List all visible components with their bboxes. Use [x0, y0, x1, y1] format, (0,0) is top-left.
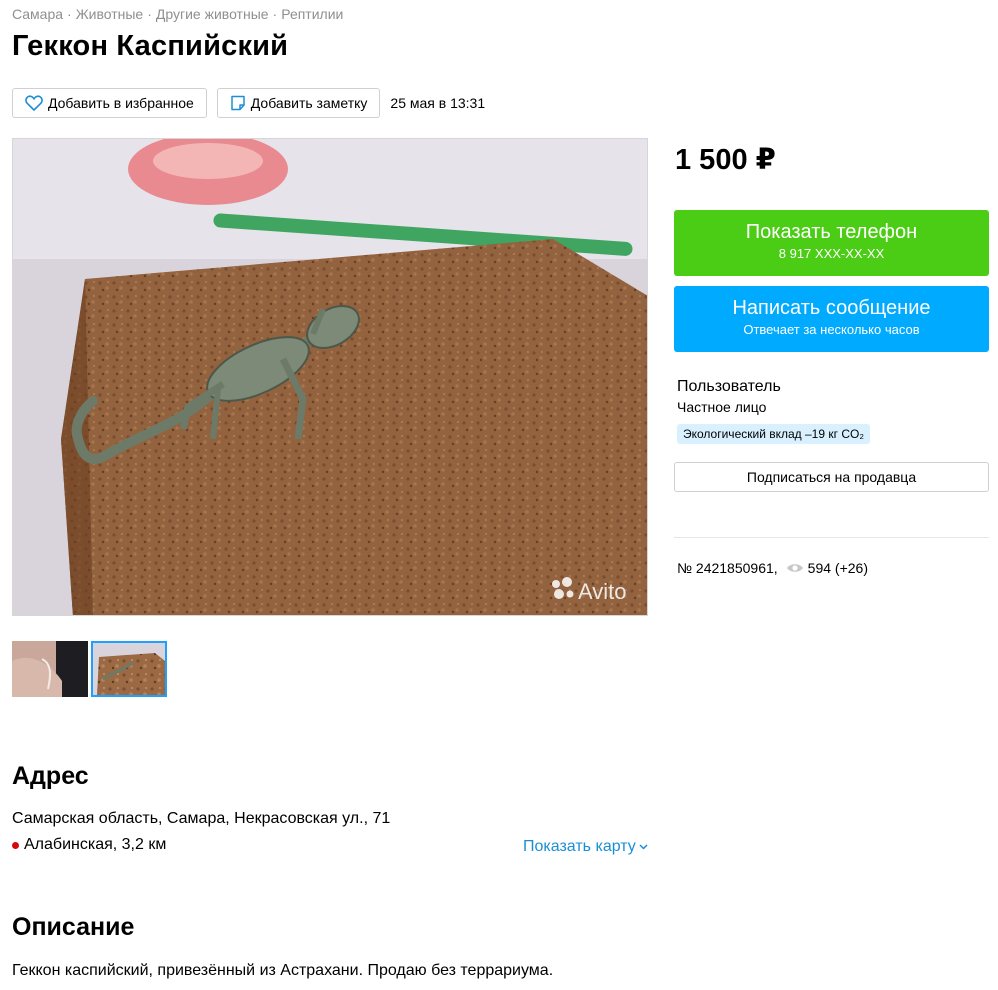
seller-name[interactable]: Пользователь	[677, 378, 781, 396]
breadcrumb-item-animals[interactable]: Животные	[76, 6, 144, 22]
description-heading: Описание	[12, 913, 135, 941]
breadcrumb-separator: ·	[147, 6, 152, 22]
seller-info: Пользователь Частное лицо	[677, 378, 781, 415]
metro-dot-icon	[12, 841, 19, 849]
breadcrumb-item-reptiles[interactable]: Рептилии	[281, 6, 343, 22]
description-text: Геккон каспийский, привезённый из Астрах…	[12, 962, 554, 979]
photo-watermark-text: Avito	[578, 579, 627, 604]
write-message-label: Написать сообщение	[732, 297, 931, 319]
show-map-label: Показать карту	[523, 838, 636, 855]
published-date: 25 мая в 13:31	[390, 95, 486, 111]
listing-actions: Добавить в избранное Добавить заметку 25…	[12, 88, 485, 118]
listing-meta: № 2421850961, 594 (+26)	[677, 560, 868, 576]
phone-number-masked: 8 917 XXX-XX-XX	[778, 246, 885, 261]
add-to-favorites-label: Добавить в избранное	[48, 95, 194, 111]
main-photo[interactable]: Avito	[12, 138, 648, 616]
thumbnail-2[interactable]	[91, 641, 167, 697]
ad-number: № 2421850961,	[677, 560, 778, 576]
chevron-down-icon	[639, 844, 648, 850]
add-note-button[interactable]: Добавить заметку	[216, 88, 381, 118]
write-message-button[interactable]: Написать сообщение Отвечает за несколько…	[674, 286, 989, 352]
add-note-label: Добавить заметку	[250, 95, 368, 111]
breadcrumb-separator: ·	[67, 6, 72, 22]
breadcrumb-item-city[interactable]: Самара	[12, 6, 63, 22]
add-to-favorites-button[interactable]: Добавить в избранное	[12, 88, 207, 118]
view-count: 594 (+26)	[807, 560, 868, 576]
heart-icon	[25, 95, 43, 111]
page-title: Геккон Каспийский	[12, 30, 289, 62]
address-heading: Адрес	[12, 762, 89, 790]
breadcrumb-item-other-animals[interactable]: Другие животные	[156, 6, 269, 22]
note-icon	[231, 95, 245, 111]
address-line: Самарская область, Самара, Некрасовская …	[12, 810, 391, 827]
eye-icon	[786, 564, 803, 572]
breadcrumb-separator: ·	[272, 6, 278, 22]
response-time-note: Отвечает за несколько часов	[743, 322, 920, 337]
show-phone-label: Показать телефон	[745, 221, 918, 243]
show-map-link[interactable]: Показать карту	[523, 838, 648, 856]
seller-type: Частное лицо	[677, 399, 767, 415]
eco-contribution-badge[interactable]: Экологический вклад –19 кг CO₂	[677, 424, 870, 444]
subscribe-seller-button[interactable]: Подписаться на продавца	[674, 462, 989, 492]
divider	[674, 537, 989, 538]
thumbnail-1[interactable]	[12, 641, 88, 697]
photo-thumbnails	[12, 641, 170, 697]
metro-station-label: Алабинская, 3,2 км	[24, 836, 167, 853]
price: 1 500 ₽	[675, 144, 776, 176]
metro-station: Алабинская, 3,2 км	[12, 836, 166, 854]
breadcrumb: Самара · Животные · Другие животные · Рептилии	[12, 6, 343, 22]
show-phone-button[interactable]: Показать телефон 8 917 XXX-XX-XX	[674, 210, 989, 276]
